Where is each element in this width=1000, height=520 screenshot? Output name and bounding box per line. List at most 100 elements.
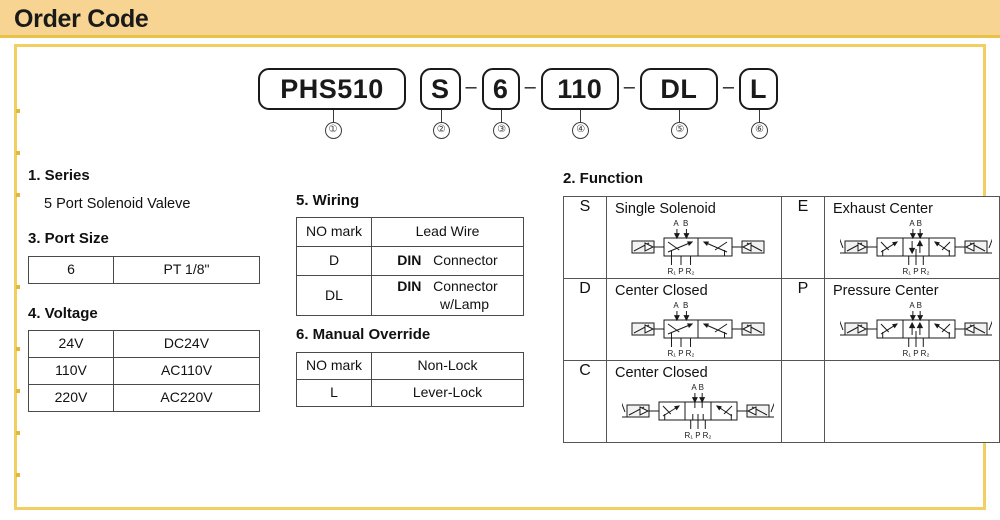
- table-voltage: 24V DC24V 110V AC110V 220V AC220V: [28, 330, 260, 412]
- callout-number: ①: [324, 122, 342, 139]
- heading-manual-override: 6. Manual Override: [296, 326, 431, 343]
- heading-function: 2. Function: [563, 170, 643, 187]
- frame-tick: [16, 151, 20, 155]
- frame-tick: [16, 389, 20, 393]
- function-cell-d: Center Closed A B R₁ P R₂: [605, 278, 783, 361]
- cell-desc: AC110V: [113, 357, 260, 385]
- callout-5: ⑤: [671, 110, 689, 139]
- code-segment-l[interactable]: L: [739, 68, 779, 110]
- code-segment-dl[interactable]: DL: [639, 68, 718, 110]
- cell-code: 110V: [28, 357, 114, 385]
- svg-text:A: A: [909, 219, 915, 228]
- valve-symbol-3pos-pressure: A B R₁ P R₂: [833, 300, 999, 358]
- table-row: 24V DC24V: [28, 330, 260, 358]
- code-separator: –: [722, 76, 735, 98]
- function-row: D Center Closed A B R₁ P R₂ P Pressure Center A…: [563, 278, 1000, 361]
- svg-text:B: B: [917, 301, 922, 310]
- cell-code: DL: [296, 275, 372, 316]
- function-code-s: S: [563, 196, 607, 279]
- table-port-size: 6 PT 1/8": [28, 256, 260, 284]
- function-name: Center Closed: [615, 365, 708, 381]
- svg-text:R₁ P R₂: R₁ P R₂: [668, 349, 695, 358]
- svg-text:B: B: [917, 219, 922, 228]
- function-name: Center Closed: [615, 283, 708, 299]
- table-manual-override: NO mark Non-Lock L Lever-Lock: [296, 352, 524, 407]
- cell-desc: Non-Lock: [371, 352, 524, 380]
- cell-code: NO mark: [296, 217, 372, 247]
- function-cell-c: Center Closed A B R₁ P R₂: [605, 360, 783, 443]
- svg-text:R₁ P R₂: R₁ P R₂: [902, 349, 929, 358]
- function-name: Exhaust Center: [832, 201, 933, 217]
- code-separator: –: [524, 76, 536, 98]
- function-row: C Center Closed A B R₁ P R₂: [563, 360, 1000, 443]
- cell-desc: DIN Connector: [371, 246, 524, 276]
- frame-tick: [16, 109, 20, 113]
- table-row: DL DIN Connector w/Lamp: [296, 275, 524, 316]
- heading-voltage: 4. Voltage: [28, 305, 98, 322]
- function-empty-cell: [823, 360, 1000, 443]
- heading-wiring: 5. Wiring: [296, 192, 360, 209]
- callout-leader: [679, 110, 681, 122]
- function-cell-s: Single Solenoid A B R₁ P R₂: [605, 196, 783, 279]
- frame-tick: [16, 347, 20, 351]
- svg-text:A: A: [909, 301, 915, 310]
- code-segment-110[interactable]: 110: [540, 68, 619, 110]
- cell-desc-prefix: DIN: [397, 252, 422, 269]
- function-code-d: D: [563, 278, 607, 361]
- callout-leader: [759, 110, 761, 122]
- callout-number: ⑤: [671, 122, 689, 139]
- table-row: 220V AC220V: [28, 384, 260, 412]
- order-code-page: Order Code PHS510 S –6–110– DL – L ①②③④⑤⑥ 1. …: [0, 0, 1000, 520]
- order-code-row: PHS510 S –6–110– DL – L: [258, 68, 779, 110]
- function-code-c: C: [563, 360, 607, 443]
- header-bar: Order Code: [0, 0, 1000, 38]
- table-row: 110V AC110V: [28, 357, 260, 385]
- svg-text:B: B: [699, 383, 704, 392]
- code-segment-s[interactable]: S: [420, 68, 461, 110]
- svg-text:B: B: [683, 301, 688, 310]
- heading-port-size: 3. Port Size: [28, 230, 109, 247]
- function-cell-e: Exhaust Center A B R₁ P R₂: [823, 196, 1000, 279]
- valve-symbol-3pos-closed: A B R₁ P R₂: [615, 382, 781, 440]
- frame-tick: [16, 193, 20, 197]
- cell-desc: Lever-Lock: [371, 379, 524, 407]
- callout-6: ⑥: [751, 110, 769, 139]
- frame-tick: [16, 431, 20, 435]
- callout-2: ②: [432, 110, 450, 139]
- valve-symbol-2pos-single: A B R₁ P R₂: [615, 218, 781, 276]
- callout-3: ③: [493, 110, 511, 139]
- callout-number: ⑥: [751, 122, 769, 139]
- code-segment-6[interactable]: 6: [481, 68, 520, 110]
- cell-desc-prefix: DIN: [397, 278, 422, 294]
- table-row: L Lever-Lock: [296, 379, 524, 407]
- function-code-e: E: [781, 196, 825, 279]
- cell-desc: DC24V: [113, 330, 260, 358]
- frame-tick: [16, 473, 20, 477]
- callout-leader: [501, 110, 503, 122]
- cell-code: 220V: [28, 384, 114, 412]
- table-wiring: NO mark Lead Wire D DIN Connector DL DIN Conn…: [296, 217, 524, 316]
- svg-text:R₁ P R₂: R₁ P R₂: [902, 267, 929, 276]
- frame-tick: [16, 285, 20, 289]
- table-row: 6 PT 1/8": [28, 256, 260, 284]
- code-separator: –: [465, 76, 477, 98]
- callout-leader: [332, 110, 334, 122]
- callout-number: ③: [493, 122, 511, 139]
- code-separator: –: [623, 76, 635, 98]
- valve-symbol-2pos-single: A B R₁ P R₂: [615, 300, 781, 358]
- series-value: 5 Port Solenoid Valeve: [44, 196, 191, 212]
- callout-number: ②: [432, 122, 450, 139]
- table-row: NO mark Lead Wire: [296, 217, 524, 247]
- cell-desc: Lead Wire: [371, 217, 524, 247]
- cell-desc: PT 1/8": [113, 256, 260, 284]
- cell-code: D: [296, 246, 372, 276]
- callout-leader: [580, 110, 582, 122]
- table-row: D DIN Connector: [296, 246, 524, 276]
- cell-desc-text: Connector: [421, 252, 498, 269]
- code-segment-phs510[interactable]: PHS510: [258, 68, 406, 110]
- table-row: NO mark Non-Lock: [296, 352, 524, 380]
- cell-desc: DIN Connector w/Lamp: [371, 275, 524, 316]
- callout-1: ①: [324, 110, 342, 139]
- cell-code: L: [296, 379, 372, 407]
- function-code-p: P: [781, 278, 825, 361]
